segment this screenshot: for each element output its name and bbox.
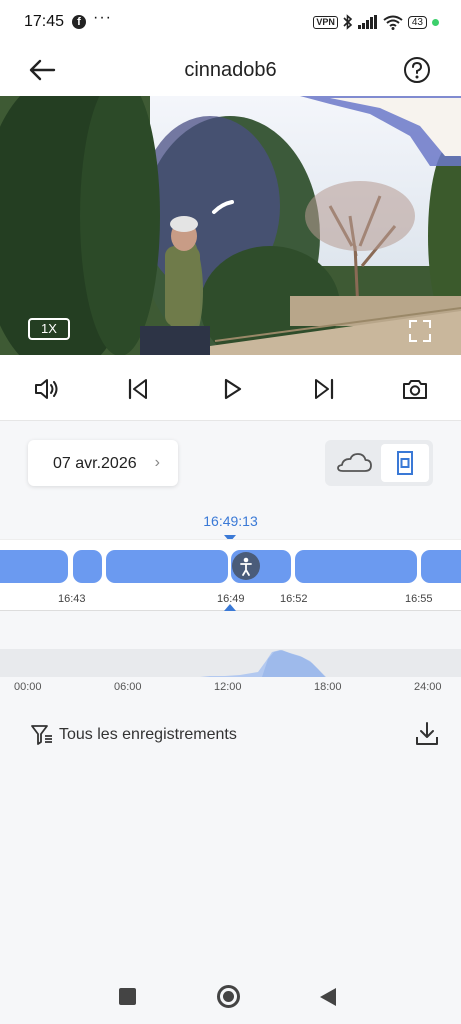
timeline-tick-label: 16:52 [280,593,308,605]
cloud-storage-icon[interactable] [329,444,379,482]
vpn-badge: VPN [313,15,338,29]
facebook-icon: f [72,15,86,29]
bluetooth-icon [343,14,353,30]
page-title: cinnadob6 [184,59,277,81]
selected-date: 07 avr.2026 [53,455,137,472]
recording-segment[interactable] [421,550,461,583]
signal-icon [357,15,377,29]
system-back-icon[interactable] [320,988,336,1006]
app-bar: cinnadob6 [0,44,461,96]
timeline-current-time: 16:49:13 [203,513,258,529]
home-icon[interactable] [217,985,240,1008]
video-player[interactable] [0,96,461,355]
status-bar: 17:45 f ··· VPN 43 [0,0,461,44]
hour-label: 24:00 [414,681,442,693]
recording-segment[interactable] [106,550,228,583]
download-icon[interactable] [414,720,440,748]
person-icon [240,557,252,576]
recordings-filter-row: Tous les enregistrements [0,716,461,752]
wifi-icon [383,15,403,30]
recording-segment[interactable] [295,550,417,583]
person-detection-icon[interactable] [232,552,260,580]
activity-density-graph [200,650,326,677]
local-storage-sd-icon[interactable] [381,444,429,482]
camera-scene-image [0,96,461,355]
filter-icon[interactable] [30,722,54,746]
speaker-icon[interactable] [32,375,60,403]
storage-toggle [325,440,433,486]
recording-segment[interactable] [0,550,68,583]
timeline-tick-label: 16:55 [405,593,433,605]
next-icon[interactable] [310,375,338,403]
system-navigation-bar [0,972,461,1024]
hour-label: 18:00 [314,681,342,693]
timeline-tick-label: 16:43 [58,593,86,605]
hour-label: 06:00 [114,681,142,693]
hour-label: 12:00 [214,681,242,693]
snapshot-camera-icon[interactable] [401,375,429,403]
more-notifications-icon: ··· [93,9,112,26]
previous-icon[interactable] [124,375,152,403]
status-time: 17:45 [24,13,65,30]
filter-label[interactable]: Tous les enregistrements [59,726,237,744]
recording-segment[interactable] [73,550,102,583]
date-picker[interactable]: 07 avr.2026 › [28,440,178,486]
battery-level: 43 [407,15,427,29]
playback-controls [0,355,461,421]
play-icon[interactable] [218,375,246,403]
help-icon[interactable] [403,56,431,84]
recent-apps-icon[interactable] [119,988,136,1005]
privacy-indicator-dot [432,18,439,26]
timeline-cursor-bottom [224,604,236,611]
chevron-right-icon: › [154,454,160,471]
fullscreen-icon[interactable] [409,320,431,342]
timeline-strip[interactable]: 16:43 16:49 16:52 16:55 [0,539,461,611]
day-activity-overview[interactable] [0,649,461,677]
status-indicators: VPN 43 [313,13,439,31]
zoom-level-badge[interactable]: 1X [28,318,70,340]
hour-label: 00:00 [14,681,42,693]
